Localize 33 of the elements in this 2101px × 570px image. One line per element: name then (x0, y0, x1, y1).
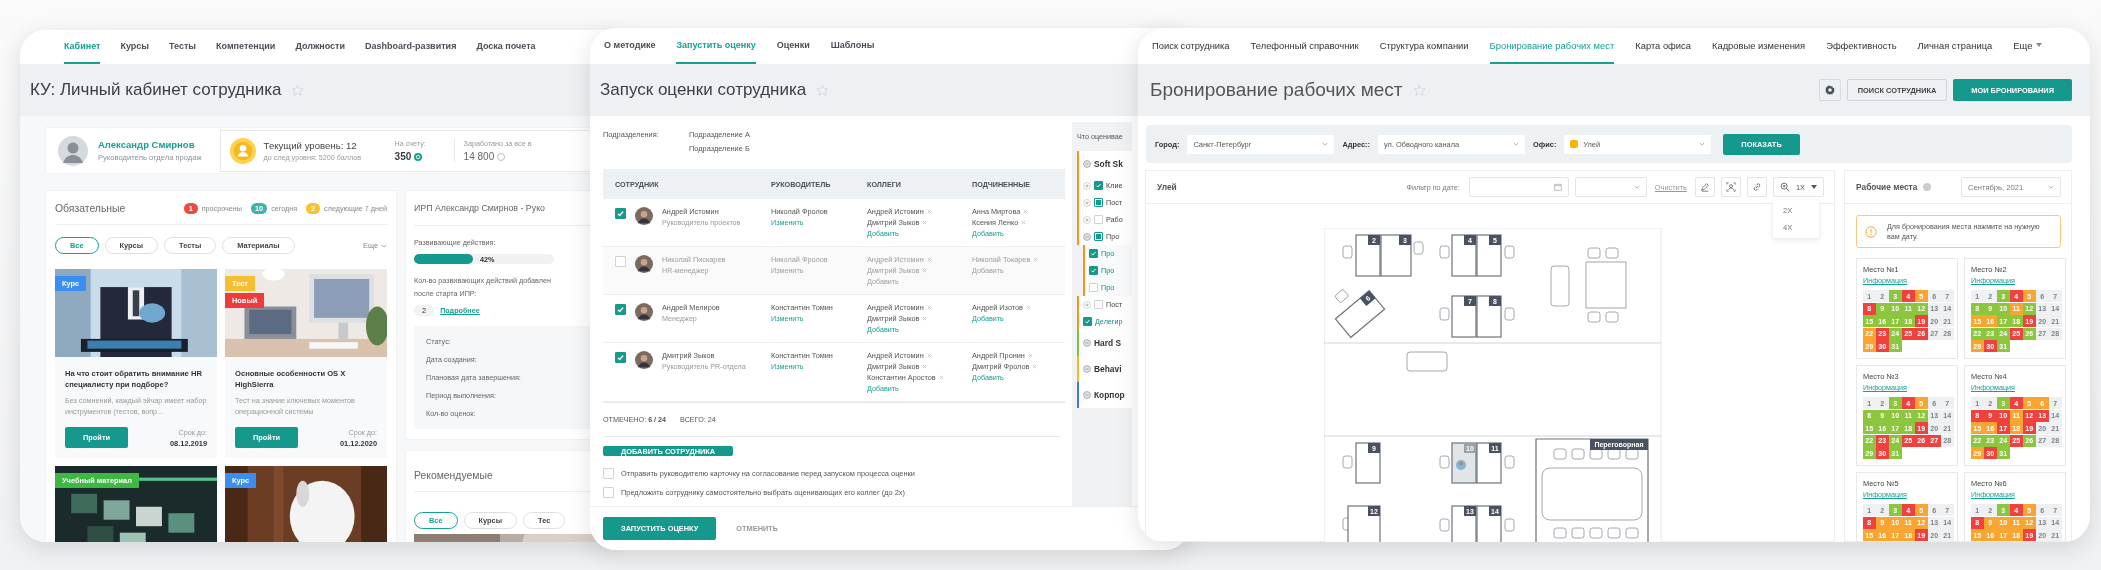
nav-tab[interactable]: Тесты (169, 30, 197, 64)
earned-value: 14 800 (463, 151, 495, 163)
nav-tab[interactable]: Шаблоны (830, 28, 875, 64)
employee-name[interactable]: Александр Смирнов (98, 139, 202, 151)
nav-tab[interactable]: Кадровые изменения (1711, 28, 1806, 64)
nav-tab[interactable]: Поиск сотрудника (1152, 28, 1230, 64)
card-title: ИРП Александр Смирнов - Руко (414, 203, 545, 214)
level-title: Текущий уровень: 12 (263, 139, 358, 151)
page-title: Бронирование рабочих мест (1150, 79, 1403, 101)
office-name: Улей (1157, 182, 1177, 192)
card-title: Обязательные (55, 203, 126, 215)
nav-tab[interactable]: Эффективность (1826, 28, 1897, 64)
nav-tab[interactable]: Доска почета (476, 30, 536, 64)
nav-tab[interactable]: Оценки (776, 28, 810, 64)
criteria-group[interactable]: Корпор (1077, 382, 1132, 408)
nav-tab[interactable]: Компетенции (216, 30, 276, 64)
panel-title: Рабочие места (1856, 182, 1918, 192)
nav-tab[interactable]: Телефонный справочник (1250, 28, 1359, 64)
balance-value: 350 (394, 151, 412, 163)
page-title: Запуск оценки сотрудника (600, 80, 807, 100)
nav-tab[interactable]: Структура компании (1379, 28, 1469, 64)
nav-tab[interactable]: Еще (2013, 28, 2043, 64)
criteria-group[interactable]: Behavi (1077, 356, 1132, 382)
nav-tab[interactable]: Dashboard-развития (365, 30, 457, 64)
nav-tab[interactable]: Курсы (120, 30, 149, 64)
criteria-group[interactable]: Soft Sk (1077, 151, 1132, 177)
card-title: Рекомендуемые (414, 470, 493, 482)
nav-tab[interactable]: О методике (604, 28, 656, 64)
page-title: КУ: Личный кабинет сотрудника (30, 80, 282, 100)
nav-tab[interactable]: Личная страница (1917, 28, 1993, 64)
nav-tab[interactable]: Карта офиса (1635, 28, 1691, 64)
criteria-group[interactable]: Hard S (1077, 330, 1132, 356)
nav-tab[interactable]: Должности (295, 30, 346, 64)
